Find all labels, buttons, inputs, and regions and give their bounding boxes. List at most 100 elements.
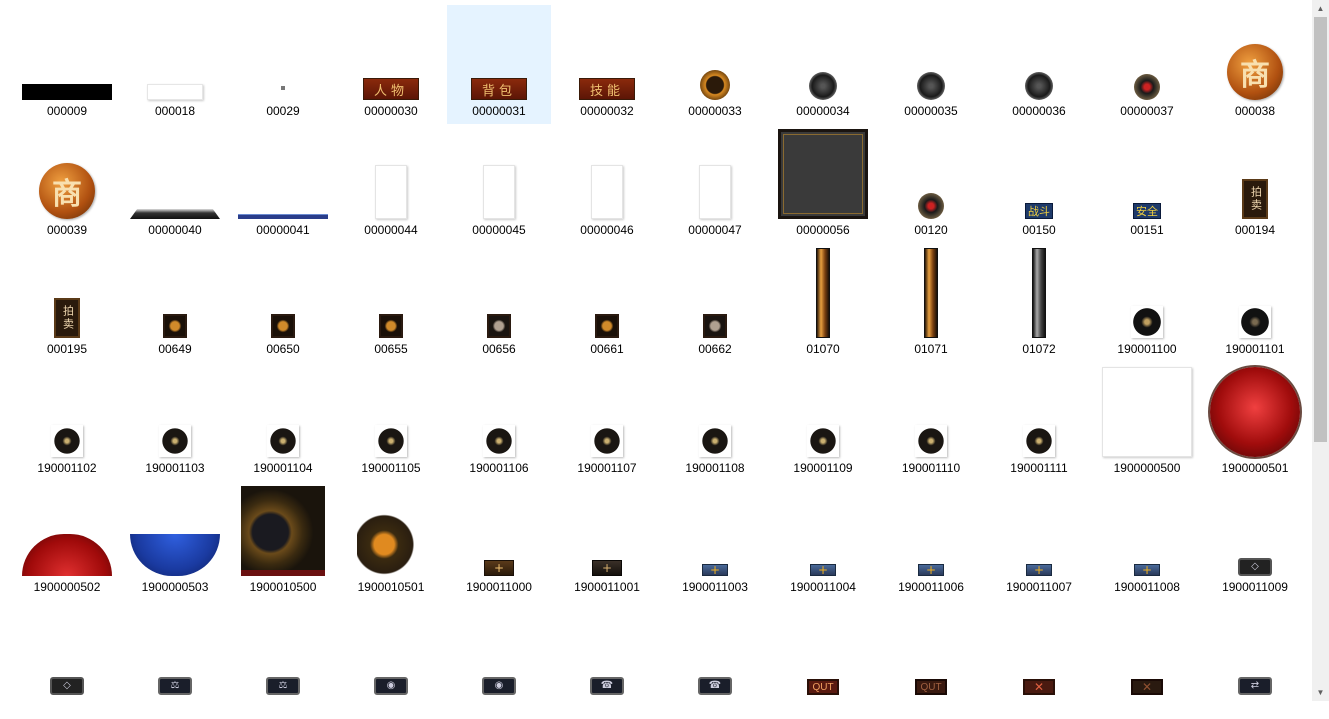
dark-panel-image-thumbnail	[778, 129, 868, 219]
file-item[interactable]: 1900000501	[1203, 362, 1307, 481]
file-item[interactable]: 商 000038	[1203, 5, 1307, 124]
file-item[interactable]: 00656	[447, 243, 551, 362]
file-name-label: 1900000503	[141, 580, 209, 594]
file-name-label: 1900011001	[574, 580, 640, 594]
file-item[interactable]: 人物 00000030	[339, 5, 443, 124]
file-item[interactable]: 技能 00000032	[555, 5, 659, 124]
file-item[interactable]: ⚖	[231, 600, 335, 719]
thumbnail-grid: 000009 000018 00029 人物 00000030 背包 00000031 技能 0…	[0, 0, 1312, 701]
file-item[interactable]: ✕	[987, 600, 1091, 719]
file-item[interactable]: 1900000503	[123, 481, 227, 600]
file-item[interactable]: +1900011000	[447, 481, 551, 600]
file-name-label: 1900011008	[1114, 580, 1180, 594]
blank-page-image-thumbnail	[483, 165, 515, 219]
file-name-label: 000038	[1234, 104, 1276, 118]
file-item[interactable]: 01070	[771, 243, 875, 362]
file-item[interactable]: ✕	[1095, 600, 1199, 719]
scroll-down-arrow-icon[interactable]: ▼	[1312, 684, 1329, 701]
file-item[interactable]: 190001103	[123, 362, 227, 481]
scrollbar-thumb[interactable]	[1314, 17, 1327, 442]
thumbnail-text: QUT	[920, 681, 942, 693]
file-item[interactable]: 00000044	[339, 124, 443, 243]
file-item[interactable]: QUT	[771, 600, 875, 719]
thumbnail-text: 安全	[1136, 206, 1158, 218]
small-dark-button-icon	[483, 425, 515, 457]
file-item[interactable]: 190001101	[1203, 243, 1307, 362]
file-item[interactable]: +1900011004	[771, 481, 875, 600]
file-item[interactable]: 商 000039	[15, 124, 119, 243]
file-item[interactable]: 00650	[231, 243, 335, 362]
file-item[interactable]: 00655	[339, 243, 443, 362]
scroll-up-arrow-icon[interactable]: ▲	[1312, 0, 1329, 17]
file-item[interactable]: ☎	[555, 600, 659, 719]
plus-button-blue-thumbnail: +	[1026, 564, 1052, 576]
file-item[interactable]: ◇	[15, 600, 119, 719]
file-item[interactable]: 00000035	[879, 5, 983, 124]
file-item[interactable]: 1900000500	[1095, 362, 1199, 481]
file-item[interactable]: 00000047	[663, 124, 767, 243]
file-item[interactable]: ⇄	[1203, 600, 1307, 719]
file-item[interactable]: QUT	[879, 600, 983, 719]
file-name-label: 00000032	[580, 104, 634, 118]
file-name-label: 00000037	[1120, 104, 1174, 118]
file-item[interactable]: 00662	[663, 243, 767, 362]
thumbnail-text: 拍卖	[1249, 186, 1262, 212]
file-item[interactable]: 00000056	[771, 124, 875, 243]
file-item[interactable]: 00661	[555, 243, 659, 362]
phone-button-glyph-icon: ☎	[600, 680, 614, 691]
sound-icon	[1131, 306, 1163, 338]
file-item[interactable]: 01071	[879, 243, 983, 362]
file-item[interactable]: 190001107	[555, 362, 659, 481]
file-item[interactable]: 190001110	[879, 362, 983, 481]
file-item[interactable]: 190001111	[987, 362, 1091, 481]
file-item[interactable]: 00000045	[447, 124, 551, 243]
file-name-label: 00000056	[796, 223, 850, 237]
file-item[interactable]: 00000037	[1095, 5, 1199, 124]
file-item[interactable]: 战斗 00150	[987, 124, 1091, 243]
file-item[interactable]: 00649	[123, 243, 227, 362]
file-item[interactable]: 190001108	[663, 362, 767, 481]
file-item[interactable]: ☎	[663, 600, 767, 719]
file-item[interactable]: +1900011001	[555, 481, 659, 600]
file-item[interactable]: 1900010501	[339, 481, 443, 600]
file-item[interactable]: 190001102	[15, 362, 119, 481]
file-item[interactable]: 1900010500	[231, 481, 335, 600]
label-duel-thumbnail: 战斗	[1025, 203, 1053, 219]
file-item[interactable]: 00000046	[555, 124, 659, 243]
file-item[interactable]: 190001105	[339, 362, 443, 481]
file-item[interactable]: +1900011006	[879, 481, 983, 600]
file-item[interactable]: 00000036	[987, 5, 1091, 124]
file-item[interactable]: 00000040	[123, 124, 227, 243]
file-item[interactable]: 190001104	[231, 362, 335, 481]
plus-button-brown-thumbnail: +	[484, 560, 514, 576]
file-item[interactable]: +1900011003	[663, 481, 767, 600]
file-item[interactable]: +1900011008	[1095, 481, 1199, 600]
file-item[interactable]: 背包 00000031	[447, 5, 551, 124]
file-item[interactable]: +1900011007	[987, 481, 1091, 600]
file-item[interactable]: ⚖	[123, 600, 227, 719]
file-name-label: 190001104	[253, 461, 313, 475]
file-item[interactable]: 000009	[15, 5, 119, 124]
file-item[interactable]: 190001109	[771, 362, 875, 481]
file-item[interactable]: 190001106	[447, 362, 551, 481]
file-item[interactable]: ◉	[339, 600, 443, 719]
vertical-scrollbar[interactable]: ▲ ▼	[1312, 0, 1329, 701]
file-item[interactable]: 1900000502	[15, 481, 119, 600]
file-item[interactable]: ◇ 1900011009	[1203, 481, 1307, 600]
sound-icon-dim-thumbnail	[1239, 306, 1271, 338]
file-item[interactable]: 拍卖 000195	[15, 243, 119, 362]
file-item[interactable]: 拍卖 000194	[1203, 124, 1307, 243]
file-item[interactable]: 00120	[879, 124, 983, 243]
file-name-label: 00120	[914, 223, 948, 237]
file-item[interactable]: 00000034	[771, 5, 875, 124]
file-item[interactable]: 000018	[123, 5, 227, 124]
file-item[interactable]: ◉	[447, 600, 551, 719]
file-name-label: 00029	[266, 104, 300, 118]
file-item[interactable]: 190001100	[1095, 243, 1199, 362]
file-item[interactable]: 安全 00151	[1095, 124, 1199, 243]
file-item[interactable]: 00000041	[231, 124, 335, 243]
file-item[interactable]: 01072	[987, 243, 1091, 362]
eye-button-thumbnail: ◇	[50, 677, 84, 695]
file-item[interactable]: 00000033	[663, 5, 767, 124]
file-item[interactable]: 00029	[231, 5, 335, 124]
